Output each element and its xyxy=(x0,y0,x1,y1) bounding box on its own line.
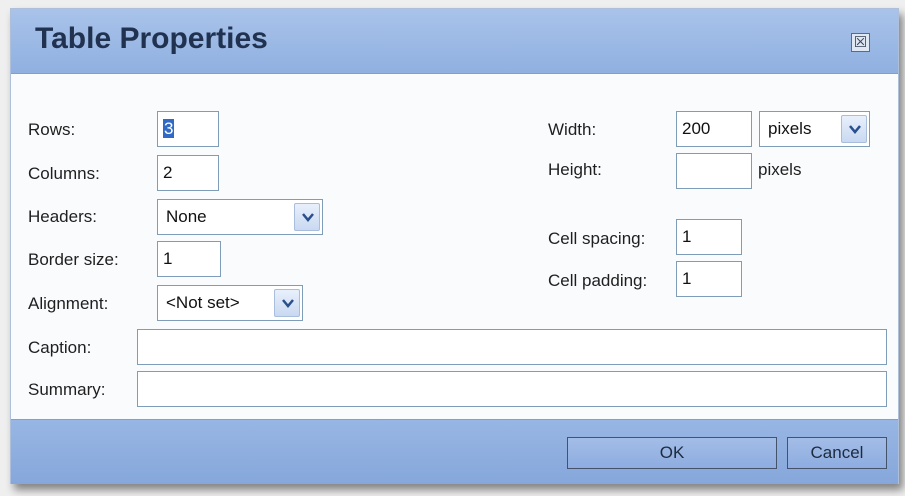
headers-select[interactable]: None xyxy=(157,199,323,235)
summary-label: Summary: xyxy=(28,380,106,399)
dialog-footer: OK Cancel xyxy=(11,419,898,484)
screen: Table Properties ☒ Rows: 3 Columns: 2 He… xyxy=(0,0,905,496)
caption-label: Caption: xyxy=(28,338,92,357)
width-unit-value: pixels xyxy=(768,119,812,138)
rows-value: 3 xyxy=(163,119,175,138)
alignment-select[interactable]: <Not set> xyxy=(157,285,303,321)
ok-button[interactable]: OK xyxy=(567,437,777,469)
headers-label: Headers: xyxy=(28,207,97,226)
cancel-button[interactable]: Cancel xyxy=(787,437,887,469)
columns-label: Columns: xyxy=(28,164,100,183)
border-size-label: Border size: xyxy=(28,250,119,269)
width-unit-select[interactable]: pixels xyxy=(759,111,870,147)
headers-value: None xyxy=(166,207,207,226)
cell-spacing-label: Cell spacing: xyxy=(548,229,646,248)
alignment-value: <Not set> xyxy=(166,293,240,312)
summary-input[interactable] xyxy=(137,371,887,407)
alignment-label: Alignment: xyxy=(28,294,109,313)
dialog-body: Rows: 3 Columns: 2 Headers: None Border … xyxy=(11,74,898,419)
height-input[interactable] xyxy=(676,153,752,189)
chevron-down-icon[interactable] xyxy=(841,115,867,143)
rows-input[interactable]: 3 xyxy=(157,111,219,147)
columns-input[interactable]: 2 xyxy=(157,155,219,191)
dialog-title: Table Properties xyxy=(35,22,268,55)
cell-padding-label: Cell padding: xyxy=(548,271,648,290)
rows-label: Rows: xyxy=(28,120,76,139)
close-icon[interactable]: ☒ xyxy=(851,33,870,52)
chevron-down-icon[interactable] xyxy=(294,203,320,231)
chevron-down-icon[interactable] xyxy=(274,289,300,317)
cell-padding-input[interactable]: 1 xyxy=(676,261,742,297)
height-unit-label: pixels xyxy=(758,160,802,179)
height-label: Height: xyxy=(548,160,602,179)
border-size-input[interactable]: 1 xyxy=(157,241,221,277)
cell-spacing-input[interactable]: 1 xyxy=(676,219,742,255)
caption-input[interactable] xyxy=(137,329,887,365)
width-label: Width: xyxy=(548,120,597,139)
dialog-titlebar: Table Properties ☒ xyxy=(11,9,898,74)
width-input[interactable]: 200 xyxy=(676,111,752,147)
table-properties-dialog: Table Properties ☒ Rows: 3 Columns: 2 He… xyxy=(10,8,899,484)
